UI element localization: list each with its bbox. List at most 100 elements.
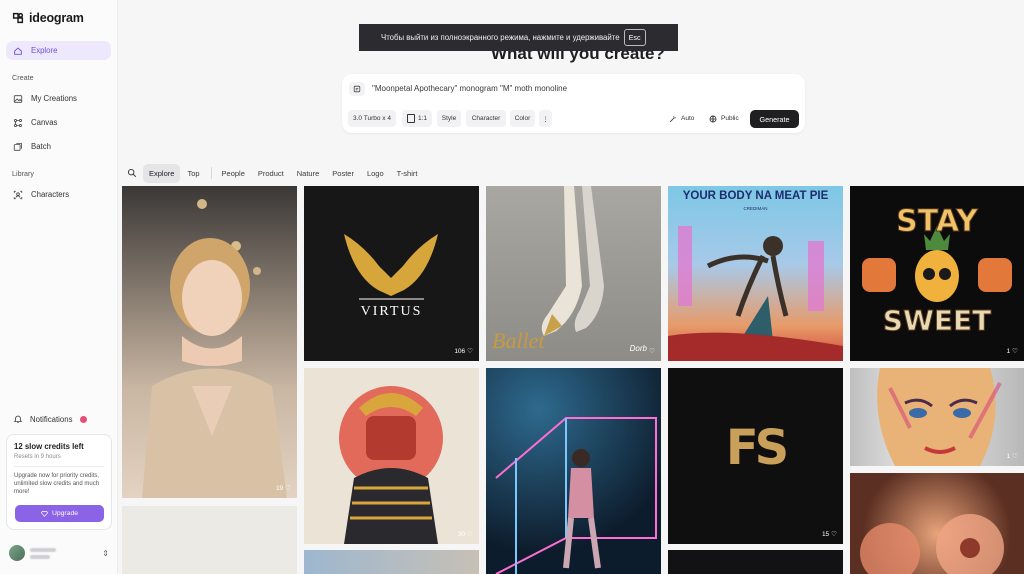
gallery-image-bottom-4[interactable]: [668, 550, 843, 574]
nav-batch[interactable]: Batch: [6, 137, 111, 156]
nav-canvas[interactable]: Canvas: [6, 113, 111, 132]
sweet-text: SWEET: [882, 304, 992, 338]
poster-title: YOUR BODY NA MEAT PIE: [682, 190, 829, 202]
character-button[interactable]: Character: [466, 110, 506, 127]
app-name: ideogram: [29, 11, 84, 25]
aspect-ratio-label: 1:1: [417, 115, 427, 122]
likes-value: 1: [1006, 452, 1011, 460]
gallery-image-face[interactable]: 1 ♡: [850, 368, 1024, 466]
tab-top[interactable]: Top: [181, 164, 205, 183]
samurai-mask-image: [339, 386, 443, 544]
tab-logo[interactable]: Logo: [361, 164, 390, 183]
user-menu[interactable]: ⇕: [9, 544, 109, 562]
heart-icon[interactable]: ♡: [1012, 452, 1018, 460]
magic-wand-icon: [669, 115, 676, 122]
diamond-icon: [40, 511, 48, 517]
nav-batch-label: Batch: [31, 142, 51, 151]
gallery-image-samurai[interactable]: 30 ♡: [304, 368, 479, 544]
nav-explore-label: Explore: [31, 46, 58, 55]
gallery-image-stay-sweet[interactable]: STAY SWEET 1 ♡: [850, 186, 1024, 361]
tab-divider: [210, 167, 212, 179]
heart-icon[interactable]: ♡: [649, 347, 655, 355]
main-content: What will you create? Чтобы выйти из пол…: [119, 0, 1024, 574]
visibility-label: Public: [721, 115, 739, 122]
credits-card: 12 slow credits left Resets in 9 hours U…: [6, 434, 112, 530]
prompt-input[interactable]: "Moonpetal Apothecary" monogram "M" moth…: [372, 84, 567, 93]
globe-icon: [709, 115, 717, 122]
gallery-image-poster[interactable]: YOUR BODY NA MEAT PIE CREDIMAN: [668, 186, 843, 361]
heart-icon[interactable]: ♡: [467, 347, 473, 355]
canvas-icon: [14, 118, 22, 127]
credits-title: 12 slow credits left: [14, 442, 84, 451]
generate-button[interactable]: Generate: [750, 110, 799, 128]
ballet-signature: Dorb: [629, 344, 647, 353]
credits-divider: [14, 466, 104, 467]
gallery-image-neon[interactable]: [486, 368, 661, 574]
image-icon: [13, 94, 23, 103]
likes-value: 19: [275, 484, 284, 492]
likes-count: 106 ♡: [454, 347, 473, 356]
gallery-image-bottom-2[interactable]: [304, 550, 479, 574]
heart-icon[interactable]: ♡: [467, 530, 473, 538]
gallery-image-flower[interactable]: [850, 473, 1024, 574]
heart-icon[interactable]: ♡: [831, 530, 837, 538]
app-logo[interactable]: ideogram: [11, 11, 84, 25]
auto-button[interactable]: Auto: [669, 110, 694, 127]
surreal-scorpion-image: [668, 226, 843, 361]
likes-count: 1 ♡: [1006, 452, 1018, 461]
colorful-face-image: [877, 368, 1002, 466]
tab-people[interactable]: People: [216, 164, 251, 183]
nav-characters[interactable]: Characters: [6, 185, 111, 204]
nav-explore[interactable]: Explore: [6, 41, 111, 60]
gallery-image-fs[interactable]: FS 15 ♡: [668, 368, 843, 544]
likes-value: 15: [821, 530, 830, 538]
gallery-image-ballet[interactable]: Ballet Dorb ♡: [486, 186, 661, 361]
tab-explore[interactable]: Explore: [143, 163, 181, 183]
credits-resets: Resets in 9 hours: [14, 454, 61, 460]
search-icon: [127, 168, 137, 178]
nav-canvas-label: Canvas: [31, 118, 58, 127]
heart-icon[interactable]: ♡: [1012, 347, 1018, 355]
tab-product[interactable]: Product: [252, 164, 290, 183]
neon-cube-image: [495, 417, 657, 574]
style-button[interactable]: Style: [437, 110, 461, 127]
prompt-mode-icon[interactable]: [349, 82, 365, 96]
gallery-image-bottom-left[interactable]: [122, 506, 297, 574]
model-select[interactable]: 3.0 Turbo x 4: [348, 110, 396, 127]
tab-tshirt[interactable]: T-shirt: [391, 164, 424, 183]
fullscreen-toast-text: Чтобы выйти из полноэкранного режима, на…: [381, 33, 620, 42]
nav-characters-label: Characters: [31, 190, 70, 199]
chevron-updown-icon: ⇕: [102, 548, 109, 558]
tab-poster[interactable]: Poster: [326, 164, 360, 183]
aspect-ratio-select[interactable]: 1:1: [402, 110, 432, 127]
visibility-button[interactable]: Public: [709, 110, 739, 127]
upgrade-button[interactable]: Upgrade: [15, 505, 104, 522]
likes-count: ♡: [649, 347, 655, 355]
virtus-text: VIRTUS: [360, 304, 423, 319]
filter-tabs: Explore Top People Product Nature Poster…: [124, 163, 424, 183]
prompt-box: "Moonpetal Apothecary" monogram "M" moth…: [342, 74, 805, 133]
fullscreen-toast: Чтобы выйти из полноэкранного режима, на…: [359, 24, 678, 51]
heart-icon[interactable]: ♡: [285, 484, 291, 492]
character-icon: [13, 190, 23, 199]
color-button[interactable]: Color: [510, 110, 535, 127]
nav-notifications[interactable]: Notifications: [13, 414, 88, 424]
likes-count: 19 ♡: [275, 484, 291, 493]
nav-my-creations[interactable]: My Creations: [6, 89, 111, 108]
search-filter-button[interactable]: [124, 164, 140, 182]
batch-icon: [13, 142, 22, 151]
tab-nature[interactable]: Nature: [291, 164, 326, 183]
esc-key: Esc: [623, 29, 646, 46]
ideogram-logo-icon: [12, 12, 24, 24]
gallery-image-virtus[interactable]: VIRTUS 106 ♡: [304, 186, 479, 361]
upgrade-label: Upgrade: [51, 510, 79, 517]
notification-badge: [80, 415, 88, 423]
woman-portrait-image: [142, 199, 287, 498]
nav-notifications-label: Notifications: [30, 414, 73, 424]
gallery-image-woman[interactable]: 19 ♡: [122, 186, 297, 498]
likes-count: 15 ♡: [821, 530, 837, 539]
flower-image: [860, 514, 1004, 574]
likes-value: 1: [1006, 347, 1011, 355]
user-name-blurred: [30, 547, 56, 559]
more-options-button[interactable]: ⋮: [539, 110, 552, 127]
